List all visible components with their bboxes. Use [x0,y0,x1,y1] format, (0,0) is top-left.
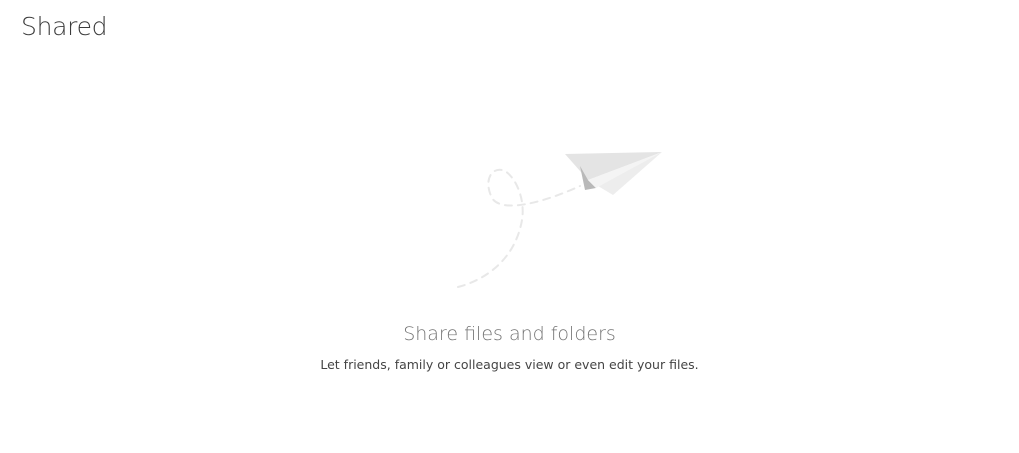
page-title: Shared [21,12,108,41]
paper-plane-icon [457,152,662,288]
empty-state-heading: Share files and folders [403,323,616,345]
empty-state-illustration [450,140,670,295]
empty-state-message: Let friends, family or colleagues view o… [320,357,699,372]
